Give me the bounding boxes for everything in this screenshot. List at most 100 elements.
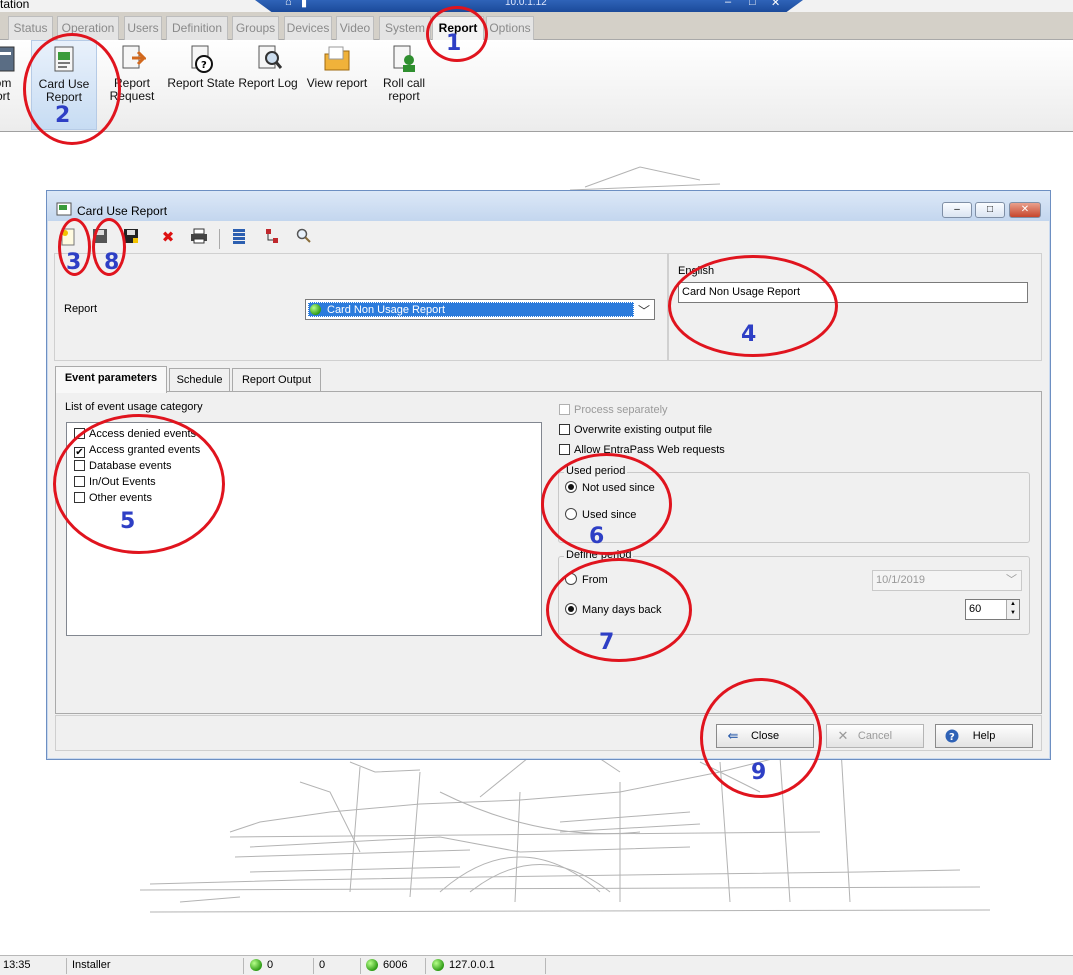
report-state-button[interactable]: ? Report State [166, 40, 236, 130]
print-button[interactable] [188, 228, 210, 250]
from-date-picker[interactable]: 10/1/2019 ﹀ [872, 570, 1022, 591]
status-port-value: 6006 [383, 959, 408, 971]
overwrite-option[interactable]: Overwrite existing output file [559, 423, 712, 438]
from-date-value: 10/1/2019 [876, 574, 925, 586]
dialog-title: Card Use Report [77, 204, 168, 218]
report-label: Report [64, 303, 98, 315]
option-label: Overwrite existing output file [574, 424, 713, 436]
status-time: 13:35 [3, 959, 31, 971]
cancel-button[interactable]: ✕ Cancel [826, 724, 924, 748]
list-icon [233, 229, 245, 244]
annotation-number: 2 [55, 103, 71, 128]
tab-schedule[interactable]: Schedule [169, 368, 230, 392]
status-led-icon [310, 304, 321, 315]
status-led-icon [432, 959, 444, 971]
report-dropdown-value: Card Non Usage Report [308, 302, 634, 317]
annotation-number: 5 [120, 509, 136, 534]
help-button[interactable]: ? Help [935, 724, 1033, 748]
report-selection-panel: Report Card Non Usage Report ﹀ [54, 253, 668, 361]
svg-text:?: ? [949, 732, 955, 743]
option-label: Process separately [574, 404, 668, 416]
minimize-icon[interactable]: – [725, 0, 731, 8]
ribbon-button-label: om [0, 76, 12, 90]
pin-icon[interactable]: ⌂ [285, 0, 292, 8]
ribbon-button-label: Roll call [382, 76, 425, 90]
folder-icon [324, 46, 350, 71]
search-button[interactable] [293, 228, 315, 250]
close-icon[interactable]: ✕ [771, 0, 780, 9]
tab-system[interactable]: System [379, 16, 431, 40]
annotation-number: 7 [599, 630, 615, 655]
days-back-value: 60 [969, 603, 982, 615]
close-icon: ✕ [1020, 204, 1030, 215]
dialog-close-button[interactable]: ✕ [1009, 202, 1041, 218]
report-dropdown[interactable]: Card Non Usage Report ﹀ [305, 299, 655, 320]
tab-video[interactable]: Video [336, 16, 374, 40]
annotation-circle [53, 414, 225, 554]
dialog-toolbar: ✖ [53, 225, 1043, 251]
status-host-value: 127.0.0.1 [449, 959, 495, 971]
stepper-arrows-icon[interactable]: ▲ ▼ [1006, 600, 1019, 619]
checkbox[interactable] [559, 444, 570, 455]
annotation-number: 8 [104, 250, 120, 275]
maximize-icon: □ [986, 204, 994, 215]
annotation-circle [23, 33, 121, 145]
dialog-minimize-button[interactable]: – [942, 202, 972, 218]
annotation-number: 6 [589, 524, 605, 549]
chevron-down-icon: ﹀ [637, 304, 650, 318]
signal-icon: ▮ [301, 0, 308, 9]
remote-ip: 10.0.1.12 [505, 0, 547, 8]
report-icon [0, 46, 15, 72]
tab-definition[interactable]: Definition [166, 16, 228, 40]
status-count-2: 0 [319, 959, 326, 971]
tab-status[interactable]: Status [8, 16, 53, 40]
status-host: 127.0.0.1 [432, 959, 495, 971]
status-led-icon [250, 959, 262, 971]
report-state-icon: ? [191, 45, 213, 73]
process-separately-option[interactable]: Process separately [559, 403, 668, 418]
card-report-icon [56, 202, 72, 216]
tab-event-parameters[interactable]: Event parameters [55, 366, 167, 393]
ribbon-button-label: Report State [167, 76, 235, 90]
restore-icon[interactable]: □ [749, 0, 756, 8]
days-back-stepper[interactable]: 60 ▲ ▼ [965, 599, 1020, 620]
status-port: 6006 [366, 959, 407, 971]
tab-report-output[interactable]: Report Output [232, 368, 321, 392]
roll-call-report-button[interactable]: Roll call report [376, 40, 432, 130]
delete-button[interactable]: ✖ [157, 228, 179, 250]
checkbox[interactable] [559, 404, 570, 415]
status-bar: 13:35 Installer 0 0 6006 127.0.0.1 [0, 955, 1073, 975]
ribbon-button-label: report [388, 89, 420, 103]
tab-groups[interactable]: Groups [232, 16, 279, 40]
report-log-icon [258, 45, 282, 69]
app-window-title: tation [0, 0, 30, 11]
tab-users[interactable]: Users [124, 16, 162, 40]
hierarchy-button[interactable] [261, 228, 283, 250]
hierarchy-icon [266, 229, 278, 243]
annotation-circle [541, 453, 672, 555]
status-count-1: 0 [250, 959, 273, 971]
dialog-maximize-button[interactable]: □ [975, 202, 1005, 218]
help-icon: ? [945, 729, 959, 743]
app-title-bar: tation ⌂ ▮ 10.0.1.12 – □ ✕ [0, 0, 1073, 12]
search-icon [296, 228, 311, 243]
status-separator [313, 958, 314, 974]
status-separator [243, 958, 244, 974]
annotation-number: 3 [66, 250, 82, 275]
event-category-caption: List of event usage category [65, 401, 203, 413]
tab-devices[interactable]: Devices [284, 16, 332, 40]
annotation-circle [546, 558, 692, 662]
custom-report-button[interactable]: om ort [0, 40, 16, 130]
ribbon-tab-strip: Status Operation Users Definition Groups… [0, 12, 1073, 40]
status-separator [360, 958, 361, 974]
list-button[interactable] [228, 228, 250, 250]
cancel-button-label: Cancel [857, 730, 893, 742]
tab-options[interactable]: Options [486, 16, 534, 40]
report-log-button[interactable]: Report Log [238, 40, 298, 130]
ribbon-body: om ort Card Use Report Report Request ? … [0, 40, 1073, 132]
delete-icon: ✖ [161, 229, 175, 246]
view-report-button[interactable]: View report [304, 40, 370, 130]
print-icon [191, 228, 207, 244]
checkbox[interactable] [559, 424, 570, 435]
report-request-icon [122, 45, 146, 69]
